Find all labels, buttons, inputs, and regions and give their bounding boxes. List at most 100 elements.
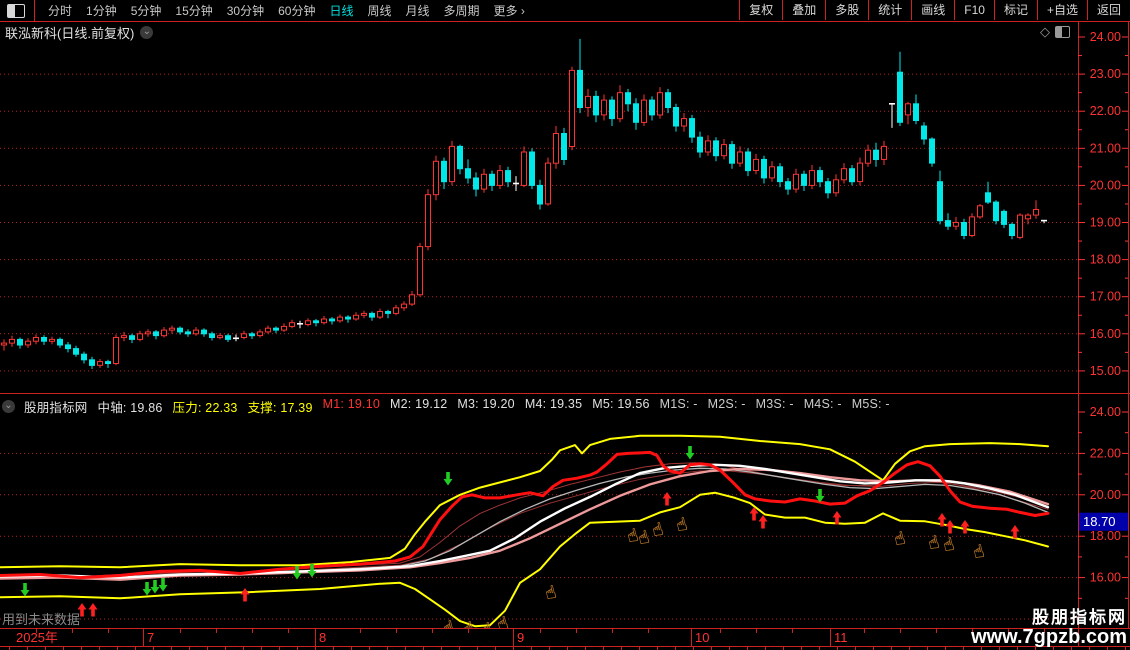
sell-signal-arrow (142, 582, 152, 596)
indicator-field-M4: M4: 19.35 (524, 397, 583, 411)
indicator-fields: 股朋指标网 中轴: 19.86 压力: 22.33 支撑: 17.39 M1: 19.1… (24, 397, 890, 416)
series-m-line-gray (0, 467, 1049, 580)
sub-price-axis: 24.00 22.00 20.00 18.00 16.00 18.70 (1078, 405, 1128, 599)
toolbar-button-统计[interactable]: 统计 (868, 0, 911, 20)
stock-period-suffix: (日线.前复权) (57, 26, 135, 41)
period-tab-30分钟[interactable]: 30分钟 (220, 2, 271, 19)
indicator-field-压力: 压力: 22.33 (172, 401, 238, 415)
stock-name: 联泓新科 (5, 26, 58, 41)
period-tab-5分钟[interactable]: 5分钟 (124, 2, 169, 19)
toolbar-button-画线[interactable]: 画线 (911, 0, 954, 20)
toolbar-button-+自选[interactable]: +自选 (1036, 0, 1087, 20)
app-window: 分时 1分钟 5分钟 15分钟 30分钟 60分钟 日线 周线 月线 多周期 更多 › 复权 叠加 多股… (0, 0, 1130, 650)
indicator-field-股朋指标网: 股朋指标网 (24, 401, 88, 415)
period-tab-月线[interactable]: 月线 (399, 2, 437, 19)
main-price-axis: 24.00 23.00 22.00 21.00 20.00 19.00 18.00 17.00… (1078, 30, 1128, 378)
svg-text:23.00: 23.00 (1090, 67, 1121, 81)
hand-icon: ☝ (636, 527, 651, 549)
buy-signal-arrow (1010, 525, 1020, 539)
sell-signal-arrow (158, 578, 168, 592)
toolbar-button-返回[interactable]: 返回 (1086, 0, 1130, 20)
indicator-field-M1: M1: 19.10 (322, 397, 381, 411)
indicator-field-M5S: M5S: - (851, 397, 890, 411)
buy-signal-arrow (88, 603, 98, 617)
hand-icon: ☝ (543, 582, 558, 604)
month-label-11: 11 (834, 630, 848, 645)
svg-text:20.00: 20.00 (1090, 178, 1121, 192)
sell-signal-arrow (150, 580, 160, 594)
watermark-url: www.7gpzb.com (971, 626, 1127, 648)
toolbar-divider (34, 0, 35, 21)
svg-text:17.00: 17.00 (1090, 290, 1121, 304)
svg-text:24.00: 24.00 (1090, 30, 1121, 44)
indicator-field-M2S: M2S: - (707, 397, 746, 411)
svg-text:21.00: 21.00 (1090, 141, 1121, 155)
collapse-panel-icon[interactable]: ⌄ (2, 400, 15, 413)
month-label-8: 8 (319, 630, 326, 645)
svg-text:15.00: 15.00 (1090, 364, 1121, 378)
toolbar-button-标记[interactable]: 标记 (993, 0, 1037, 20)
svg-text:20.00: 20.00 (1090, 488, 1121, 502)
toolbar-periods: 分时 1分钟 5分钟 15分钟 30分钟 60分钟 日线 周线 月线 多周期 更多 › (41, 2, 532, 19)
hand-icon: ☝ (650, 519, 665, 541)
hand-icon: ☝ (495, 613, 510, 635)
hand-icon: ☝ (441, 617, 456, 639)
split-panel-icon[interactable] (1055, 26, 1070, 38)
more-menu-button[interactable]: 更多 › (487, 2, 532, 19)
series-lower-band (0, 491, 1049, 628)
candles-layer (1, 38, 1047, 369)
hand-icon: ☝ (892, 528, 907, 550)
period-tab-多周期[interactable]: 多周期 (437, 2, 487, 19)
stock-title-row: 联泓新科(日线.前复权) ⌄ (5, 23, 154, 42)
hand-icon: ☝ (674, 514, 689, 536)
stock-title: 联泓新科(日线.前复权) (5, 23, 134, 42)
svg-text:22.00: 22.00 (1090, 104, 1121, 118)
period-tab-日线[interactable]: 日线 (322, 2, 360, 19)
svg-text:18.00: 18.00 (1090, 253, 1121, 267)
toolbar-button-叠加[interactable]: 叠加 (782, 0, 825, 20)
buy-signal-arrow (240, 588, 250, 602)
indicator-field-M3: M3: 19.20 (457, 397, 515, 411)
svg-text:19.00: 19.00 (1090, 216, 1121, 230)
future-data-note: 用到未来数据 (2, 612, 81, 627)
sell-signal-arrow (443, 472, 453, 486)
buy-signal-arrow (662, 492, 672, 506)
diamond-icon[interactable]: ◇ (1040, 24, 1050, 40)
toolbar-button-多股[interactable]: 多股 (825, 0, 868, 20)
hand-icon: ☝ (926, 532, 941, 554)
period-tab-15分钟[interactable]: 15分钟 (168, 2, 219, 19)
indicator-header-row: ⌄ 股朋指标网 中轴: 19.86 压力: 22.33 支撑: 17.39 M1: 19… (2, 397, 890, 416)
sell-signal-arrow (20, 583, 30, 597)
indicator-field-M1S: M1S: - (659, 397, 698, 411)
series-m-line-white (0, 463, 1050, 579)
watermark-site-name: 股朋指标网 (1032, 608, 1127, 628)
buy-signal-arrow (960, 520, 970, 534)
toolbar-button-F10[interactable]: F10 (954, 0, 994, 20)
sell-signal-arrow (685, 446, 695, 460)
hand-icon: ☝ (941, 534, 956, 556)
chart-corner-icons: ◇ (1040, 24, 1070, 40)
buy-signal-arrow (758, 515, 768, 529)
chevron-down-icon[interactable]: ⌄ (140, 26, 154, 39)
chart-canvas[interactable]: ☝☝☝☝☝☝☝☝☝☝☝☝☝24.0023.0022.0021.0020.0019… (0, 0, 1130, 650)
svg-text:16.00: 16.00 (1090, 571, 1121, 585)
indicator-field-M3S: M3S: - (755, 397, 794, 411)
indicator-field-支撑: 支撑: 17.39 (247, 401, 313, 415)
period-tab-60分钟[interactable]: 60分钟 (271, 2, 322, 19)
indicator-field-M2: M2: 19.12 (390, 397, 448, 411)
toolbar-right-buttons: 复权 叠加 多股 统计 画线 F10 标记 +自选 返回 (739, 0, 1130, 21)
period-tab-分时[interactable]: 分时 (41, 2, 79, 19)
month-label-10: 10 (695, 630, 709, 645)
toolbar-button-复权[interactable]: 复权 (739, 0, 782, 20)
period-tab-周线[interactable]: 周线 (360, 2, 398, 19)
indicator-lines (0, 434, 1050, 628)
svg-text:24.00: 24.00 (1090, 405, 1121, 419)
series-m-line-maroon1 (0, 462, 1049, 578)
indicator-field-M5: M5: 19.56 (592, 397, 650, 411)
sub-grid (0, 452, 1078, 620)
panel-toggle-icon[interactable] (7, 3, 25, 18)
watermark: 股朋指标网 www.7gpzb.com (971, 609, 1127, 648)
month-label-7: 7 (147, 630, 154, 645)
svg-text:16.00: 16.00 (1090, 327, 1121, 341)
period-tab-1分钟[interactable]: 1分钟 (79, 2, 124, 19)
